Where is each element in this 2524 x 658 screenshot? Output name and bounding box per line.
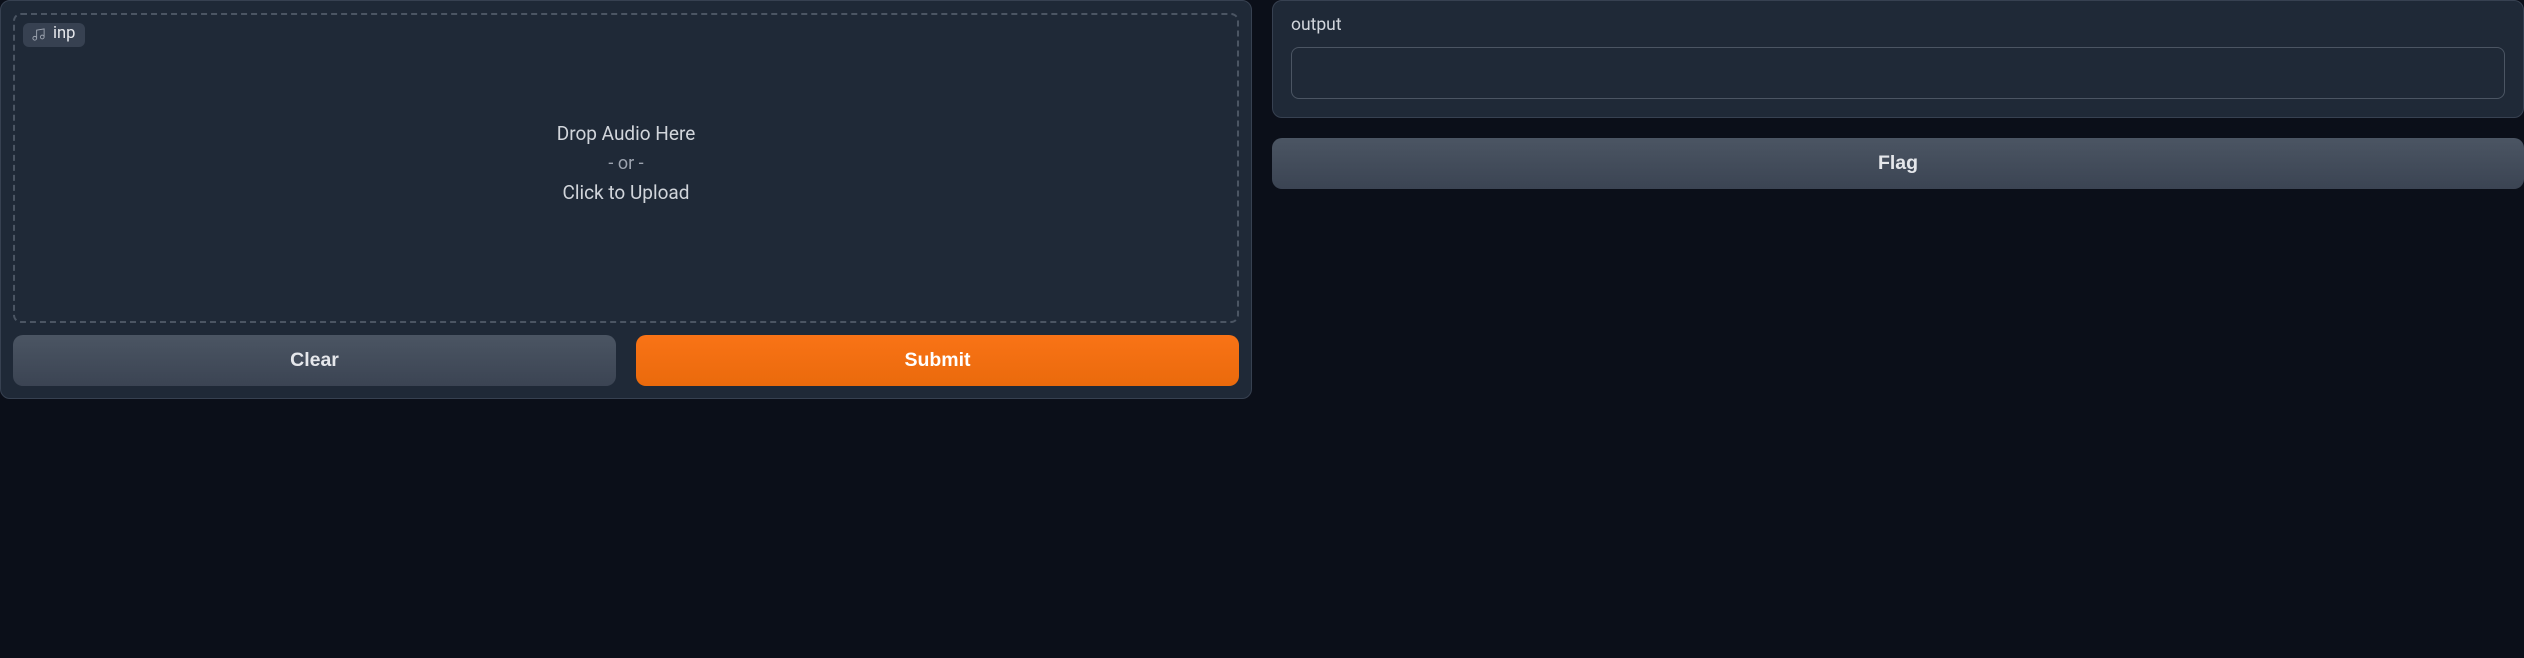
or-text: - or -	[557, 150, 696, 179]
clear-button[interactable]: Clear	[13, 335, 616, 386]
main-container: inp Drop Audio Here - or - Click to Uplo…	[0, 0, 2524, 399]
right-column: output Flag	[1272, 0, 2524, 399]
output-field	[1291, 47, 2505, 99]
output-panel: output	[1272, 0, 2524, 118]
click-text: Click to Upload	[557, 178, 696, 208]
flag-button[interactable]: Flag	[1272, 138, 2524, 189]
input-label-text: inp	[53, 26, 75, 43]
input-button-row: Clear Submit	[13, 335, 1239, 386]
drop-text: Drop Audio Here	[557, 119, 696, 149]
upload-instructions: Drop Audio Here - or - Click to Upload	[557, 119, 696, 209]
music-note-icon	[31, 27, 46, 42]
submit-button[interactable]: Submit	[636, 335, 1239, 386]
input-label-badge: inp	[23, 23, 85, 47]
output-label: output	[1291, 15, 2505, 35]
input-panel: inp Drop Audio Here - or - Click to Uplo…	[0, 0, 1252, 399]
audio-upload-dropzone[interactable]: inp Drop Audio Here - or - Click to Uplo…	[13, 13, 1239, 323]
left-column: inp Drop Audio Here - or - Click to Uplo…	[0, 0, 1252, 399]
